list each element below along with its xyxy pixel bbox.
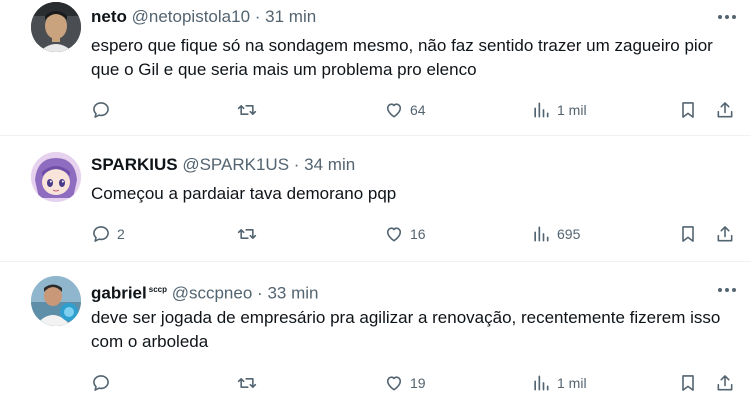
retweet-button[interactable] [237, 223, 263, 245]
bookmark-icon [682, 375, 694, 391]
reply-count: 2 [117, 226, 125, 242]
reply-button[interactable] [91, 372, 117, 394]
tweet-header: gabriel sccp @sccpneo · 33 min [91, 279, 318, 305]
heart-icon [386, 376, 402, 391]
like-button[interactable]: 19 [384, 372, 426, 394]
views-icon [534, 226, 549, 242]
views-icon [534, 375, 549, 391]
like-button[interactable]: 16 [384, 223, 426, 245]
timestamp[interactable]: 34 min [304, 155, 355, 174]
retweet-icon [237, 378, 257, 388]
avatar[interactable] [31, 2, 81, 52]
tweet-header: SPARKIUS @SPARK1US · 34 min [91, 154, 355, 176]
tweet[interactable]: SPARKIUS @SPARK1US · 34 min Começou a pa… [0, 136, 751, 262]
avatar-image [31, 152, 81, 202]
tweet-actions: 19 1 mil [91, 372, 741, 394]
share-button[interactable] [715, 99, 735, 121]
bookmark-button[interactable] [678, 99, 698, 121]
views-icon [534, 102, 549, 118]
views-count: 1 mil [557, 102, 587, 118]
reply-icon [93, 102, 109, 118]
reply-icon [93, 375, 109, 391]
reply-icon [93, 226, 109, 242]
views-button[interactable]: 695 [531, 223, 580, 245]
share-icon [717, 375, 733, 391]
views-button[interactable]: 1 mil [531, 372, 587, 394]
tweet-header: neto @netopistola10 · 31 min [91, 6, 316, 28]
share-button[interactable] [715, 372, 735, 394]
team-badge: sccp [148, 285, 167, 294]
tweet-text: deve ser jogada de empresário pra agiliz… [91, 308, 721, 351]
user-handle[interactable]: @sccpneo [172, 284, 253, 303]
retweet-icon [237, 229, 257, 239]
bookmark-button[interactable] [678, 372, 698, 394]
heart-icon [386, 227, 402, 242]
bookmark-icon [682, 226, 694, 242]
views-count: 1 mil [557, 375, 587, 391]
separator-dot: · [257, 283, 263, 303]
tweet[interactable]: gabriel sccp @sccpneo · 33 min deve ser j… [0, 262, 751, 416]
views-button[interactable]: 1 mil [531, 99, 587, 121]
display-name[interactable]: gabriel [91, 284, 147, 303]
reply-button[interactable]: 2 [91, 223, 125, 245]
tweet-actions: 64 1 mil [91, 99, 741, 121]
reply-button[interactable] [91, 99, 117, 121]
display-name[interactable]: SPARKIUS [91, 155, 178, 174]
retweet-button[interactable] [237, 372, 263, 394]
more-icon [718, 15, 736, 19]
heart-icon [386, 103, 402, 118]
user-handle[interactable]: @netopistola10 [132, 7, 250, 26]
timestamp[interactable]: 33 min [267, 284, 318, 303]
avatar-image [31, 276, 81, 326]
tweet-text: Começou a pardaiar tava demorano pqp [91, 184, 397, 203]
display-name[interactable]: neto [91, 7, 127, 26]
timestamp[interactable]: 31 min [265, 7, 316, 26]
share-icon [717, 226, 733, 242]
tweet-actions: 2 16 695 [91, 223, 741, 245]
bookmark-button[interactable] [678, 223, 698, 245]
retweet-icon [237, 105, 257, 115]
share-button[interactable] [715, 223, 735, 245]
share-icon [717, 102, 733, 118]
like-count: 64 [410, 102, 426, 118]
more-options-button[interactable] [716, 281, 738, 299]
avatar-image [31, 2, 81, 52]
avatar[interactable] [31, 152, 81, 202]
views-count: 695 [557, 226, 581, 242]
separator-dot: · [293, 155, 300, 174]
more-icon [718, 288, 736, 292]
like-count: 16 [410, 226, 426, 242]
separator-dot: · [254, 7, 261, 26]
like-count: 19 [410, 375, 426, 391]
bookmark-icon [682, 102, 694, 118]
avatar[interactable] [31, 276, 81, 326]
like-button[interactable]: 64 [384, 99, 426, 121]
tweet-text: espero que fique só na sondagem mesmo, n… [91, 36, 713, 79]
more-options-button[interactable] [716, 8, 738, 26]
retweet-button[interactable] [237, 99, 263, 121]
user-handle[interactable]: @SPARK1US [182, 155, 289, 174]
tweet[interactable]: neto @netopistola10 · 31 min espero que … [0, 0, 751, 136]
